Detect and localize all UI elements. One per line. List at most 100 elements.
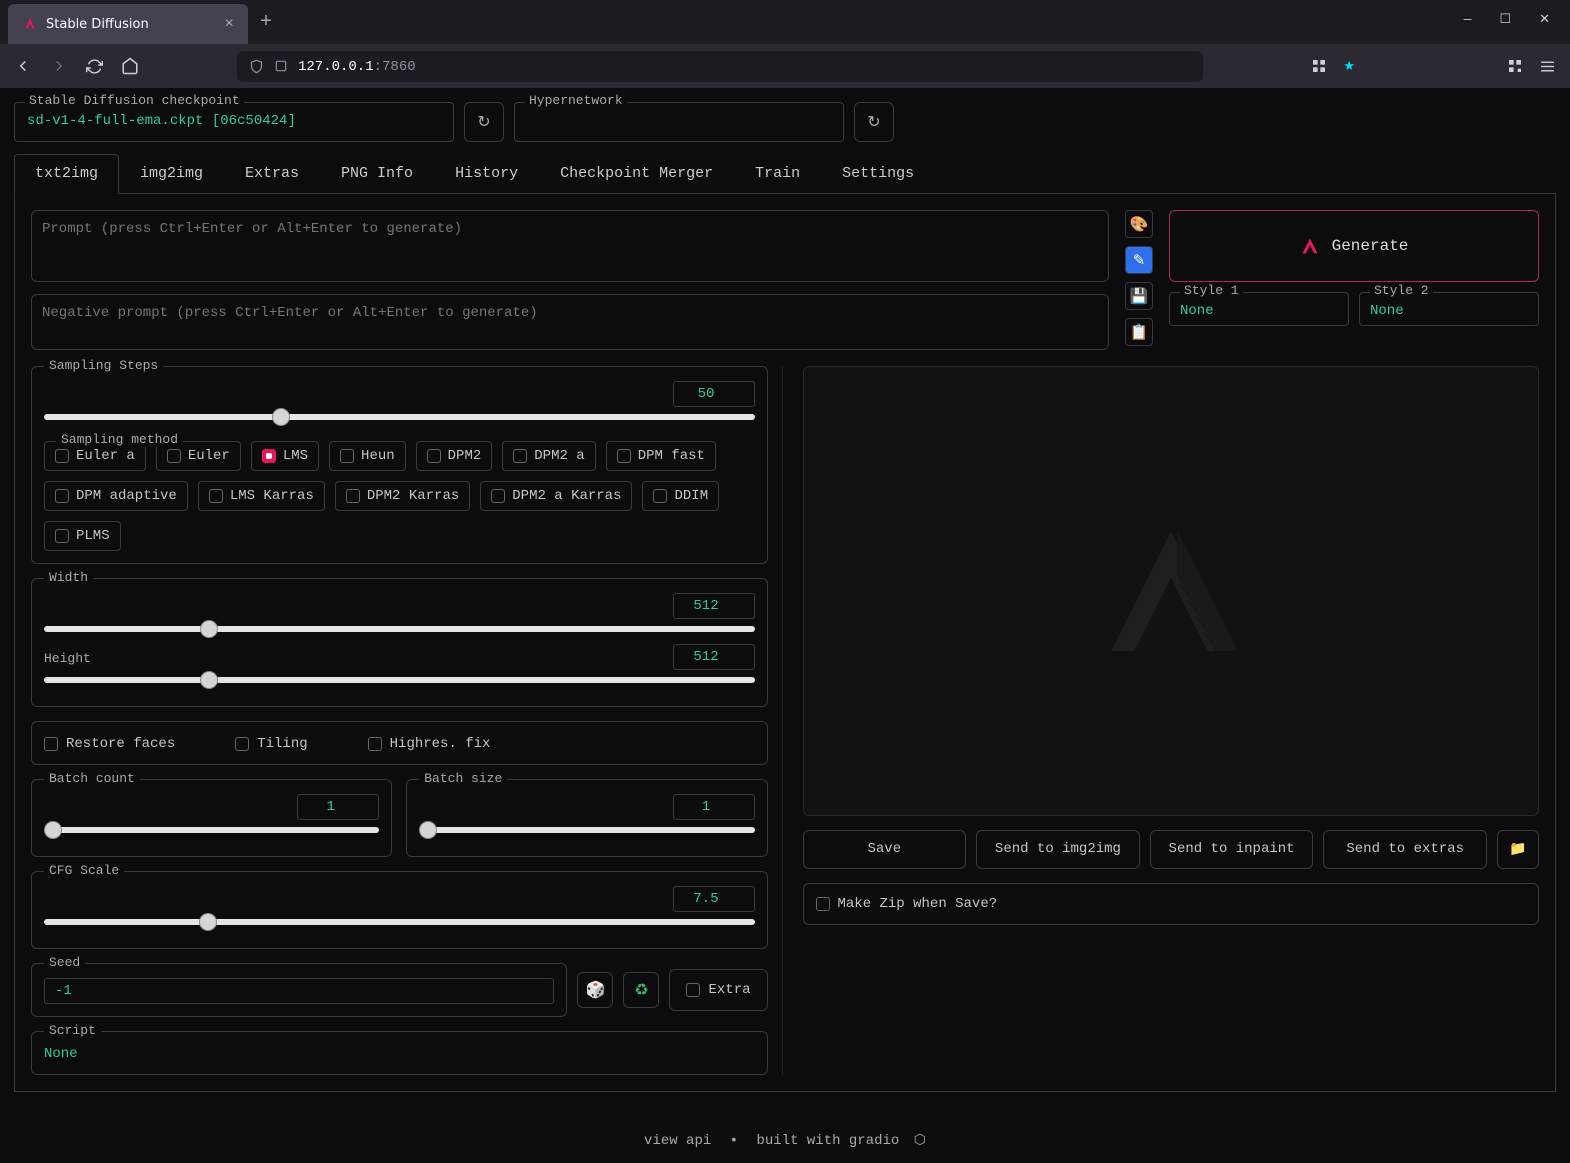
sampler-dpm2[interactable]: DPM2 xyxy=(416,441,493,471)
tab-txt2img[interactable]: txt2img xyxy=(14,154,119,194)
send-img2img-button[interactable]: Send to img2img xyxy=(976,830,1140,869)
zip-checkbox[interactable]: Make Zip when Save? xyxy=(816,896,1527,912)
home-button[interactable] xyxy=(121,57,139,75)
back-button[interactable] xyxy=(14,57,32,75)
style2-select[interactable]: Style 2 None xyxy=(1359,292,1539,326)
seed-input[interactable] xyxy=(44,978,554,1004)
batch-size-group: Batch size xyxy=(406,779,767,857)
height-slider[interactable] xyxy=(44,670,755,690)
tab-png-info[interactable]: PNG Info xyxy=(320,154,434,193)
tab-settings[interactable]: Settings xyxy=(821,154,935,193)
window-controls: — ☐ ✕ xyxy=(1464,12,1550,27)
browser-tab[interactable]: Stable Diffusion × xyxy=(8,4,248,44)
grid-icon[interactable] xyxy=(1311,58,1327,74)
extra-checkbox-group: Extra xyxy=(669,969,767,1011)
extensions-icon[interactable] xyxy=(1507,58,1523,74)
forward-button[interactable] xyxy=(50,57,68,75)
tab-img2img[interactable]: img2img xyxy=(119,154,224,193)
close-icon[interactable]: × xyxy=(224,15,234,33)
sampler-dpm2-karras[interactable]: DPM2 Karras xyxy=(335,481,470,511)
logo-icon xyxy=(1300,236,1320,256)
style1-select[interactable]: Style 1 None xyxy=(1169,292,1349,326)
maximize-button[interactable]: ☐ xyxy=(1499,12,1511,27)
random-seed-button[interactable]: 🎲 xyxy=(577,972,613,1008)
notepad-icon[interactable]: ✎ xyxy=(1125,246,1153,274)
minimize-button[interactable]: — xyxy=(1464,12,1472,27)
script-value: None xyxy=(44,1046,755,1062)
batch-size-input[interactable] xyxy=(673,794,755,820)
save-icon[interactable]: 💾 xyxy=(1125,282,1153,310)
url-bar[interactable]: 127.0.0.1:7860 xyxy=(237,51,1203,82)
hypernetwork-select[interactable]: Hypernetwork xyxy=(514,102,844,142)
cfg-scale-slider[interactable] xyxy=(44,912,755,932)
gradio-icon: ⬡ xyxy=(914,1133,926,1149)
radio-icon xyxy=(427,449,441,463)
checkpoint-label: Stable Diffusion checkpoint xyxy=(25,93,244,108)
sampler-dpm2-a[interactable]: DPM2 a xyxy=(502,441,595,471)
width-slider[interactable] xyxy=(44,619,755,639)
batch-count-slider[interactable] xyxy=(44,820,379,840)
seed-group: Seed xyxy=(31,963,567,1017)
extra-checkbox[interactable]: Extra xyxy=(686,982,750,998)
generate-button[interactable]: Generate xyxy=(1169,210,1539,282)
tab-bar: Stable Diffusion × + — ☐ ✕ xyxy=(0,0,1570,44)
radio-icon xyxy=(55,449,69,463)
refresh-hypernetwork-button[interactable]: ↻ xyxy=(854,102,894,142)
send-extras-button[interactable]: Send to extras xyxy=(1323,830,1487,869)
script-group[interactable]: Script None xyxy=(31,1031,768,1075)
sampler-ddim[interactable]: DDIM xyxy=(642,481,719,511)
palette-icon[interactable]: 🎨 xyxy=(1125,210,1153,238)
new-tab-button[interactable]: + xyxy=(260,11,272,34)
reuse-seed-button[interactable]: ♻ xyxy=(623,972,659,1008)
radio-icon xyxy=(167,449,181,463)
style1-label: Style 1 xyxy=(1180,283,1243,298)
reload-button[interactable] xyxy=(86,58,103,75)
highres-fix-checkbox[interactable]: Highres. fix xyxy=(368,736,491,752)
style2-label: Style 2 xyxy=(1370,283,1433,298)
radio-icon xyxy=(617,449,631,463)
height-input[interactable] xyxy=(673,644,755,670)
radio-icon xyxy=(513,449,527,463)
dimensions-group: Width Height xyxy=(31,578,768,707)
tab-checkpoint-merger[interactable]: Checkpoint Merger xyxy=(539,154,734,193)
view-api-link[interactable]: view api xyxy=(644,1133,711,1149)
close-window-button[interactable]: ✕ xyxy=(1539,12,1550,27)
tab-title: Stable Diffusion xyxy=(46,17,216,32)
width-input[interactable] xyxy=(673,593,755,619)
sampling-method-radios: Euler aEulerLMSHeunDPM2DPM2 aDPM fastDPM… xyxy=(44,441,755,551)
send-inpaint-button[interactable]: Send to inpaint xyxy=(1150,830,1314,869)
batch-size-slider[interactable] xyxy=(419,820,754,840)
tab-train[interactable]: Train xyxy=(734,154,821,193)
sampler-heun[interactable]: Heun xyxy=(329,441,406,471)
hypernetwork-label: Hypernetwork xyxy=(525,93,627,108)
radio-icon xyxy=(653,489,667,503)
prompt-textarea[interactable] xyxy=(31,210,1109,282)
sampler-plms[interactable]: PLMS xyxy=(44,521,121,551)
style2-value: None xyxy=(1370,303,1528,319)
tiling-checkbox[interactable]: Tiling xyxy=(235,736,307,752)
tab-extras[interactable]: Extras xyxy=(224,154,320,193)
clipboard-icon[interactable]: 📋 xyxy=(1125,318,1153,346)
main-tabs: txt2imgimg2imgExtrasPNG InfoHistoryCheck… xyxy=(14,154,1556,194)
refresh-checkpoint-button[interactable]: ↻ xyxy=(464,102,504,142)
output-image-panel xyxy=(803,366,1540,816)
checkpoint-select[interactable]: Stable Diffusion checkpoint sd-v1-4-full… xyxy=(14,102,454,142)
sampler-lms[interactable]: LMS xyxy=(251,441,319,471)
open-folder-button[interactable]: 📁 xyxy=(1497,830,1539,869)
sampler-dpm-fast[interactable]: DPM fast xyxy=(606,441,716,471)
negative-prompt-textarea[interactable] xyxy=(31,294,1109,350)
sampler-dpm-adaptive[interactable]: DPM adaptive xyxy=(44,481,188,511)
save-button[interactable]: Save xyxy=(803,830,967,869)
sampling-steps-slider[interactable] xyxy=(44,407,755,427)
batch-count-input[interactable] xyxy=(297,794,379,820)
sampling-steps-input[interactable] xyxy=(673,381,755,407)
sampler-dpm2-a-karras[interactable]: DPM2 a Karras xyxy=(480,481,632,511)
menu-icon[interactable] xyxy=(1539,58,1556,75)
bookmark-icon[interactable]: ★ xyxy=(1343,59,1355,74)
built-with-link[interactable]: built with gradio xyxy=(756,1133,899,1149)
sampler-lms-karras[interactable]: LMS Karras xyxy=(198,481,325,511)
cfg-scale-input[interactable] xyxy=(673,886,755,912)
tab-history[interactable]: History xyxy=(434,154,539,193)
app-root: Stable Diffusion checkpoint sd-v1-4-full… xyxy=(0,88,1570,1163)
restore-faces-checkbox[interactable]: Restore faces xyxy=(44,736,175,752)
